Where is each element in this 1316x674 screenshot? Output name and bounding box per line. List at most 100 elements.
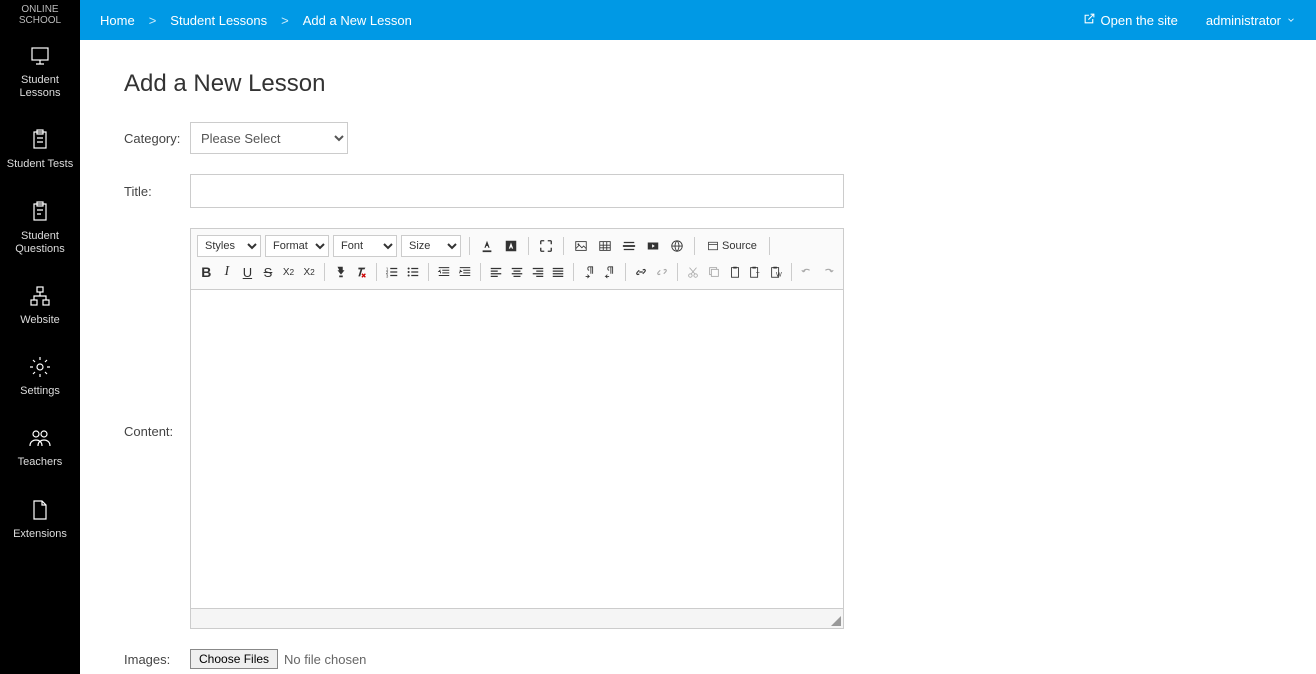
chevron-down-icon <box>1286 13 1296 28</box>
category-select[interactable]: Please Select <box>190 122 348 154</box>
cut-button[interactable] <box>684 261 703 283</box>
unlink-button[interactable] <box>653 261 672 283</box>
user-menu[interactable]: administrator <box>1206 13 1296 28</box>
separator <box>769 237 770 255</box>
remove-format-button[interactable] <box>352 261 371 283</box>
superscript-button[interactable]: X2 <box>300 261 319 283</box>
main: Home > Student Lessons > Add a New Lesso… <box>80 0 1316 674</box>
editor-body[interactable] <box>191 290 843 608</box>
bold-button[interactable]: B <box>197 261 216 283</box>
video-button[interactable] <box>642 235 664 257</box>
editor-resize-handle[interactable] <box>191 608 843 628</box>
link-button[interactable] <box>632 261 651 283</box>
table-button[interactable] <box>594 235 616 257</box>
copy-formatting-button[interactable] <box>331 261 350 283</box>
breadcrumb-lessons[interactable]: Student Lessons <box>170 13 267 28</box>
open-site-link[interactable]: Open the site <box>1083 12 1178 28</box>
iframe-button[interactable] <box>666 235 688 257</box>
sidebar-item-label: Settings <box>20 385 60 398</box>
sidebar-item-student-lessons[interactable]: Student Lessons <box>0 30 80 114</box>
svg-text:3: 3 <box>386 273 389 278</box>
strike-button[interactable]: S <box>259 261 278 283</box>
sidebar-item-student-questions[interactable]: Student Questions <box>0 186 80 270</box>
sidebar-item-website[interactable]: Website <box>0 270 80 341</box>
breadcrumb-sep: > <box>149 13 157 28</box>
paste-button[interactable] <box>725 261 744 283</box>
separator <box>563 237 564 255</box>
separator <box>694 237 695 255</box>
rtl-button[interactable] <box>601 261 620 283</box>
logo: ONLINE SCHOOL <box>0 0 80 30</box>
align-right-button[interactable] <box>528 261 547 283</box>
topbar-right: Open the site administrator <box>1083 12 1296 28</box>
align-center-button[interactable] <box>508 261 527 283</box>
breadcrumb-current[interactable]: Add a New Lesson <box>303 13 412 28</box>
file-status-text: No file chosen <box>284 652 366 667</box>
align-left-button[interactable] <box>487 261 506 283</box>
content-label: Content: <box>124 418 190 439</box>
numbered-list-button[interactable]: 123 <box>383 261 402 283</box>
bullet-list-button[interactable] <box>404 261 423 283</box>
separator <box>324 263 325 281</box>
undo-button[interactable] <box>798 261 817 283</box>
paste-word-button[interactable]: W <box>766 261 785 283</box>
sidebar-item-teachers[interactable]: Teachers <box>0 412 80 483</box>
hr-button[interactable] <box>618 235 640 257</box>
svg-text:T: T <box>756 271 760 278</box>
separator <box>573 263 574 281</box>
ltr-button[interactable] <box>580 261 599 283</box>
category-row: Category: Please Select <box>124 122 1272 154</box>
content-row: Content: Styles Format Font Size <box>124 228 1272 629</box>
open-site-label: Open the site <box>1101 13 1178 28</box>
separator <box>677 263 678 281</box>
title-label: Title: <box>124 184 190 199</box>
breadcrumb-sep: > <box>281 13 289 28</box>
content-area: Add a New Lesson Category: Please Select… <box>80 40 1316 674</box>
sidebar-item-student-tests[interactable]: Student Tests <box>0 114 80 185</box>
bg-color-button[interactable] <box>500 235 522 257</box>
source-button[interactable]: Source <box>701 235 763 257</box>
redo-button[interactable] <box>818 261 837 283</box>
user-label: administrator <box>1206 13 1281 28</box>
copy-button[interactable] <box>705 261 724 283</box>
rich-text-editor: Styles Format Font Size <box>190 228 844 629</box>
text-color-button[interactable] <box>476 235 498 257</box>
sidebar-item-extensions[interactable]: Extensions <box>0 484 80 555</box>
sidebar-item-settings[interactable]: Settings <box>0 341 80 412</box>
font-select[interactable]: Font <box>333 235 397 257</box>
separator <box>791 263 792 281</box>
styles-select[interactable]: Styles <box>197 235 261 257</box>
sidebar-item-label: Website <box>20 314 60 327</box>
sidebar: ONLINE SCHOOL Student Lessons Student Te… <box>0 0 80 674</box>
underline-button[interactable]: U <box>238 261 257 283</box>
breadcrumb: Home > Student Lessons > Add a New Lesso… <box>100 13 1083 28</box>
presentation-icon <box>28 44 52 68</box>
separator <box>428 263 429 281</box>
italic-button[interactable]: I <box>218 261 237 283</box>
sidebar-item-label: Teachers <box>18 456 63 469</box>
outdent-button[interactable] <box>435 261 454 283</box>
choose-files-button[interactable]: Choose Files <box>190 649 278 669</box>
page-title: Add a New Lesson <box>124 70 1272 98</box>
align-justify-button[interactable] <box>549 261 568 283</box>
breadcrumb-home[interactable]: Home <box>100 13 135 28</box>
external-link-icon <box>1083 12 1096 28</box>
clipboard-question-icon <box>28 200 52 224</box>
sidebar-item-label: Student Tests <box>7 158 73 171</box>
sidebar-item-label: Student Lessons <box>4 74 76 100</box>
sidebar-item-label: Extensions <box>13 528 67 541</box>
paste-text-button[interactable]: T <box>746 261 765 283</box>
maximize-button[interactable] <box>535 235 557 257</box>
title-input[interactable] <box>190 174 844 208</box>
subscript-button[interactable]: X2 <box>279 261 298 283</box>
sidebar-item-label: Student Questions <box>4 230 76 256</box>
size-select[interactable]: Size <box>401 235 461 257</box>
svg-text:W: W <box>776 271 782 278</box>
topbar: Home > Student Lessons > Add a New Lesso… <box>80 0 1316 40</box>
gear-icon <box>28 355 52 379</box>
sitemap-icon <box>28 284 52 308</box>
format-select[interactable]: Format <box>265 235 329 257</box>
image-button[interactable] <box>570 235 592 257</box>
indent-button[interactable] <box>456 261 475 283</box>
clipboard-icon <box>28 128 52 152</box>
